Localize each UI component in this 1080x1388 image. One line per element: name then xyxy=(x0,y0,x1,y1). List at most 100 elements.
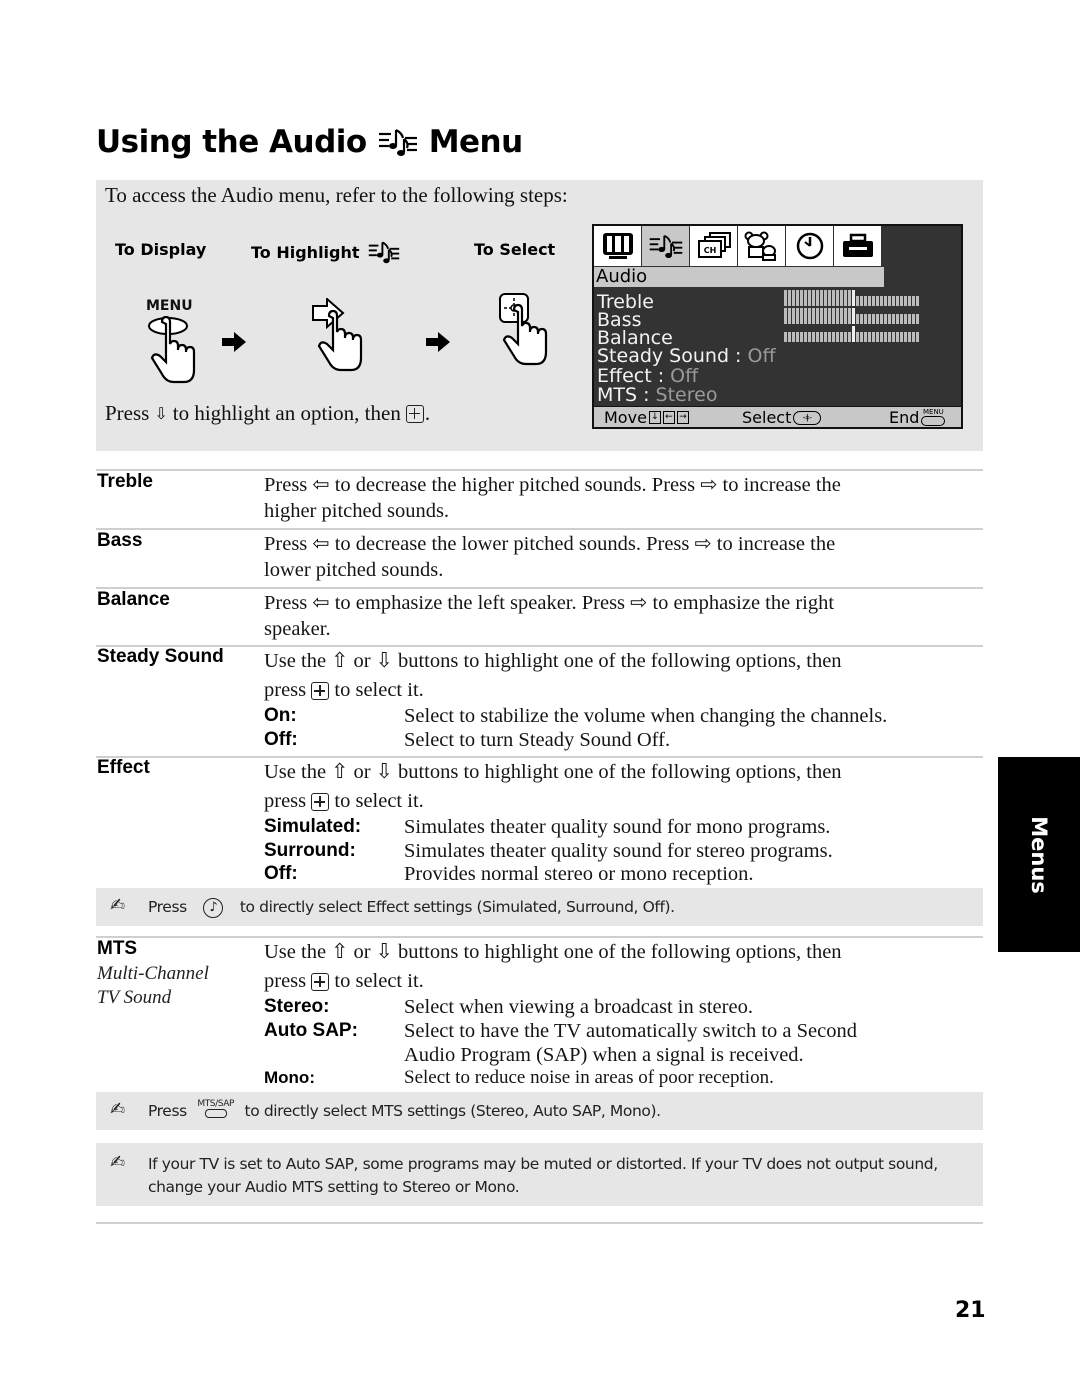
osd-mts-row[interactable]: MTS : Stereo xyxy=(597,386,717,405)
slider-segment xyxy=(832,332,835,342)
down-key-icon: ↓ xyxy=(648,411,661,424)
slider-segment xyxy=(800,290,803,306)
option-value: Select to reduce noise in areas of poor … xyxy=(404,1067,774,1088)
osd-footer: Move ↓ ← → Select -ǂ- End MENU xyxy=(594,406,961,427)
slider-segment xyxy=(824,290,827,306)
slider-segment xyxy=(888,314,891,324)
section-tab-menus[interactable]: Menus xyxy=(998,757,1080,952)
option-value: Audio Program (SAP) when a signal is rec… xyxy=(404,1044,804,1066)
tip-note: ✍ Press ♪ to directly select Effect sett… xyxy=(96,888,983,926)
osd-steady-sound-row[interactable]: Steady Sound : Off xyxy=(597,347,776,366)
option-value: Select when viewing a broadcast in stere… xyxy=(404,996,753,1018)
slider-segment xyxy=(876,296,879,306)
desc-line: press to select it. xyxy=(264,968,964,994)
balance-slider[interactable] xyxy=(784,326,920,342)
press-text-end: . xyxy=(424,401,431,425)
osd-menu-title: Audio xyxy=(594,267,884,287)
desc-line: press to select it. xyxy=(264,788,964,814)
press-word: press xyxy=(264,790,307,812)
term-mts: MTS xyxy=(97,938,138,959)
slider-segment xyxy=(804,332,807,342)
step-display-text: To Display xyxy=(115,240,207,259)
page-title: Using the Audio Menu xyxy=(96,124,523,160)
end-label: End xyxy=(889,408,920,427)
slider-segment xyxy=(784,290,787,306)
slider-segment xyxy=(912,296,915,306)
hand-press-arrow-icon xyxy=(311,296,371,378)
note-text: If your TV is set to Auto SAP, some prog… xyxy=(148,1153,975,1199)
slider-segment xyxy=(828,332,831,342)
mts-subtitle-line: Multi-Channel xyxy=(97,963,209,984)
slider-segment xyxy=(840,290,843,306)
slider-segment xyxy=(892,314,895,324)
slider-segment xyxy=(884,296,887,306)
term-effect: Effect xyxy=(97,757,150,778)
slider-segment xyxy=(900,314,903,324)
term-bass: Bass xyxy=(97,530,143,551)
slider-segment xyxy=(812,290,815,306)
select-button-icon xyxy=(311,682,330,701)
section-tab-label: Menus xyxy=(1026,815,1051,894)
slider-segment xyxy=(828,308,831,324)
svg-text:CH: CH xyxy=(703,246,716,255)
term-balance: Balance xyxy=(97,589,170,610)
arrow-right-icon xyxy=(222,332,246,357)
option-key: Mono: xyxy=(264,1068,315,1087)
slider-segment xyxy=(816,290,819,306)
steps-intro: To access the Audio menu, refer to the f… xyxy=(105,183,568,207)
note-text: Press ♪ to directly select Effect settin… xyxy=(148,896,975,919)
setup-icon[interactable] xyxy=(834,226,882,266)
divider xyxy=(96,1222,983,1224)
desc-line: Use the ⇧ or ⇩ buttons to highlight one … xyxy=(264,941,842,963)
audio-notes-icon xyxy=(368,241,399,264)
slider-segment xyxy=(808,308,811,324)
channel-icon[interactable]: CH xyxy=(690,226,738,266)
slider-segment xyxy=(816,332,819,342)
mts-subtitle-line: TV Sound xyxy=(97,987,172,1008)
note-text: Press MTS/SAP to directly select MTS set… xyxy=(148,1099,975,1123)
steady-sound-description: Use the ⇧ or ⇩ buttons to highlight one … xyxy=(264,648,964,703)
audio-notes-icon xyxy=(378,129,417,156)
video-icon[interactable] xyxy=(594,226,642,266)
slider-segment xyxy=(896,314,899,324)
slider-segment xyxy=(788,332,791,342)
osd-end-hint: End MENU xyxy=(889,407,946,428)
divider xyxy=(96,936,983,938)
divider xyxy=(96,645,983,647)
slider-segment xyxy=(876,332,879,342)
slider-segment xyxy=(908,314,911,324)
slider-segment xyxy=(908,332,911,342)
slider-segment xyxy=(892,332,895,342)
mts-subtitle: Multi-Channel TV Sound xyxy=(97,962,209,1010)
select-button-icon xyxy=(405,404,424,423)
slider-segment xyxy=(856,314,859,324)
mts-sap-button-icon: MTS/SAP xyxy=(197,1099,234,1118)
divider xyxy=(96,469,983,471)
option-key: Off: xyxy=(264,729,298,750)
audio-icon[interactable] xyxy=(642,226,690,266)
desc-line: press to select it. xyxy=(264,677,964,703)
select-key-icon: -ǂ- xyxy=(793,410,822,425)
treble-slider[interactable] xyxy=(784,290,920,306)
parent-icon[interactable] xyxy=(738,226,786,266)
slider-segment xyxy=(812,308,815,324)
option-value: Select to turn Steady Sound Off. xyxy=(404,729,671,751)
slider-segment xyxy=(852,326,855,342)
timer-icon[interactable] xyxy=(786,226,834,266)
slider-segment xyxy=(896,332,899,342)
bass-slider[interactable] xyxy=(784,308,920,324)
term-treble: Treble xyxy=(97,471,153,492)
slider-segment xyxy=(848,290,851,306)
option-key: Off: xyxy=(264,863,298,884)
osd-steady-sound-value: Off xyxy=(747,345,776,367)
step-highlight-label: To Highlight xyxy=(251,240,402,264)
option-value: Simulates theater quality sound for mono… xyxy=(404,816,831,838)
slider-segment xyxy=(788,308,791,324)
slider-segment xyxy=(876,314,879,324)
slider-segment xyxy=(820,290,823,306)
slider-segment xyxy=(868,314,871,324)
page-title-text-2: Menu xyxy=(428,124,524,160)
press-text-middle: to highlight an option, then xyxy=(172,401,401,425)
slider-segment xyxy=(784,332,787,342)
slider-segment xyxy=(884,314,887,324)
